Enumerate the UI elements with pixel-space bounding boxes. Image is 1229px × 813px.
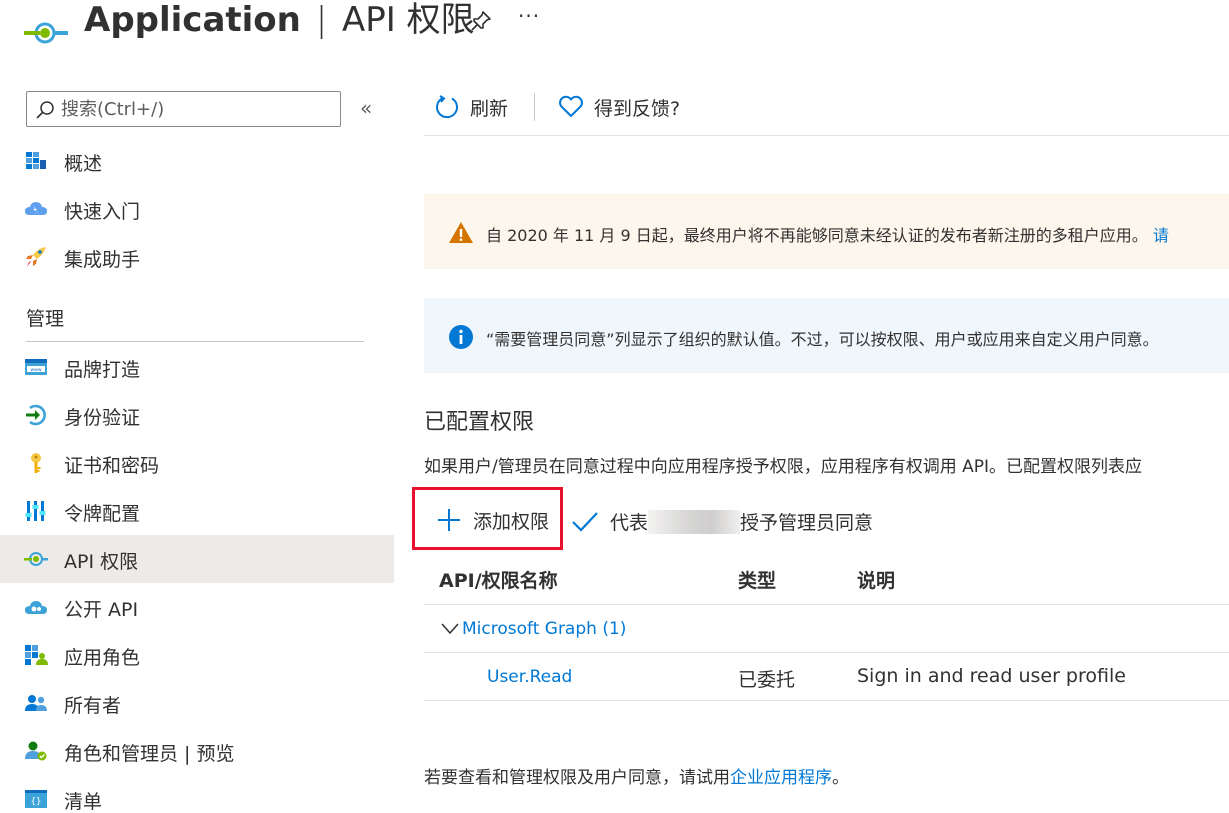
refresh-button[interactable]: 刷新 [434,92,508,122]
manifest-icon: {} [25,790,47,808]
grant-consent-suffix: 授予管理员同意 [740,512,874,534]
footer-end: 。 [832,768,849,788]
sidebar-item-label: 所有者 [64,695,122,717]
warning-more-link[interactable]: 请 [1153,226,1169,245]
sidebar-item-branding[interactable]: www 品牌打造 [0,343,394,391]
page-title: Application | API 权限 [84,0,475,40]
table-divider [424,700,1229,701]
table-group-microsoft-graph[interactable]: Microsoft Graph (1) [424,605,1229,653]
more-options-icon[interactable]: ··· [518,4,540,28]
search-icon [36,101,54,119]
sidebar-item-integration-assistant[interactable]: 集成助手 [0,233,394,281]
sidebar-item-quickstart[interactable]: 快速入门 [0,185,394,233]
token-config-icon [25,501,46,521]
sidebar-item-label: 清单 [64,791,103,813]
group-label: Microsoft Graph (1) [462,619,627,639]
main-content: 刷新 得到反馈? 自 2020 年 11 月 9 日起，最终用户将不再能够同意未… [412,80,1229,813]
sidebar-item-expose-api[interactable]: 公开 API [0,583,394,631]
title-separator: | [315,0,328,40]
expose-api-icon [25,601,47,614]
sidebar-item-label: 身份验证 [64,407,141,429]
sidebar-item-token-configuration[interactable]: 令牌配置 [0,487,394,535]
api-permissions-icon [24,552,48,566]
sidebar-item-label: 品牌打造 [64,359,141,381]
table-row: User.Read 已委托 Sign in and read user prof… [424,653,1229,701]
svg-text:www: www [30,368,41,373]
refresh-icon [436,95,458,119]
search-input[interactable] [61,96,331,122]
toolbar-divider [534,93,535,121]
section-header-manage: 管理 [26,308,65,330]
warning-banner: 自 2020 年 11 月 9 日起，最终用户将不再能够同意未经认证的发布者新注… [424,194,1229,269]
heart-icon [559,95,583,117]
feedback-label: 得到反馈? [594,97,681,120]
svg-text:{}: {} [31,797,42,807]
key-icon [31,453,41,473]
footer-text: 若要查看和管理权限及用户同意，请试用 [424,768,730,788]
warning-text: 自 2020 年 11 月 9 日起，最终用户将不再能够同意未经认证的发布者新注… [486,222,1169,246]
warning-message: 自 2020 年 11 月 9 日起，最终用户将不再能够同意未经认证的发布者新注… [486,226,1153,245]
sidebar-item-owners[interactable]: 所有者 [0,679,394,727]
redacted-tenant-name [648,510,740,534]
sidebar-item-label: API 权限 [64,551,139,573]
section-divider [26,341,364,342]
page-header: Application | API 权限 ··· [0,0,1229,60]
sidebar-item-manifest[interactable]: {} 清单 [0,775,394,813]
enterprise-apps-link[interactable]: 企业应用程序 [730,768,832,788]
sidebar-item-label: 集成助手 [64,249,141,271]
sidebar-item-label: 角色和管理员 | 预览 [64,743,235,765]
column-header-description[interactable]: 说明 [857,566,895,593]
sidebar-item-roles-admins[interactable]: 角色和管理员 | 预览 [0,727,394,775]
roles-admins-icon [25,741,47,761]
overview-icon [26,152,46,169]
checkmark-icon [572,512,598,532]
app-roles-icon [25,645,48,665]
info-banner: “需要管理员同意”列显示了组织的默认值。不过，可以按权限、用户或应用来自定义用户… [424,298,1229,373]
chevron-down-icon [441,623,459,635]
pin-icon[interactable] [470,10,492,32]
plus-icon [438,509,460,531]
feedback-button[interactable]: 得到反馈? [558,92,680,122]
sidebar-item-authentication[interactable]: 身份验证 [0,391,394,439]
configured-permissions-description: 如果用户/管理员在同意过程中向应用程序授予权限，应用程序有权调用 API。已配置… [424,457,1143,477]
grant-consent-prefix: 代表 [610,512,649,534]
add-permission-label: 添加权限 [473,511,550,533]
sidebar-item-label: 快速入门 [64,201,141,223]
rocket-icon [26,247,46,267]
sidebar-item-label: 应用角色 [64,647,141,669]
collapse-sidebar-icon[interactable]: « [360,96,372,120]
sidebar-item-label: 令牌配置 [64,503,141,525]
info-icon [449,325,473,349]
sidebar-item-app-roles[interactable]: 应用角色 [0,631,394,679]
title-page-name: API 权限 [341,0,475,40]
api-permissions-icon [24,22,68,44]
add-permission-button[interactable]: 添加权限 [412,487,563,550]
command-bar: 刷新 得到反馈? [424,80,1229,136]
sidebar-item-api-permissions[interactable]: API 权限 [0,535,394,583]
warning-icon [449,222,473,243]
owners-icon [25,695,47,711]
authentication-icon [26,404,46,426]
sidebar-item-overview[interactable]: 概述 [0,137,394,185]
sidebar: « 概述 快速入门 集成助手 管理 [0,80,394,813]
permission-type: 已委托 [738,669,796,691]
configured-permissions-title: 已配置权限 [424,410,535,435]
refresh-label: 刷新 [470,97,509,120]
title-app-name: Application [84,0,301,40]
footer-note: 若要查看和管理权限及用户同意，请试用企业应用程序。 [424,763,849,788]
sidebar-item-label: 概述 [64,153,103,175]
quickstart-icon [25,202,47,215]
column-header-api-name[interactable]: API/权限名称 [439,566,558,593]
sidebar-item-label: 公开 API [64,599,139,621]
info-text: “需要管理员同意”列显示了组织的默认值。不过，可以按权限、用户或应用来自定义用户… [486,330,1159,349]
search-box[interactable] [26,91,341,127]
branding-icon: www [25,359,47,375]
column-header-type[interactable]: 类型 [738,566,776,593]
sidebar-item-certificates[interactable]: 证书和密码 [0,439,394,487]
permission-name-link[interactable]: User.Read [487,667,572,687]
sidebar-item-label: 证书和密码 [64,455,160,477]
permission-description: Sign in and read user profile [857,665,1126,687]
